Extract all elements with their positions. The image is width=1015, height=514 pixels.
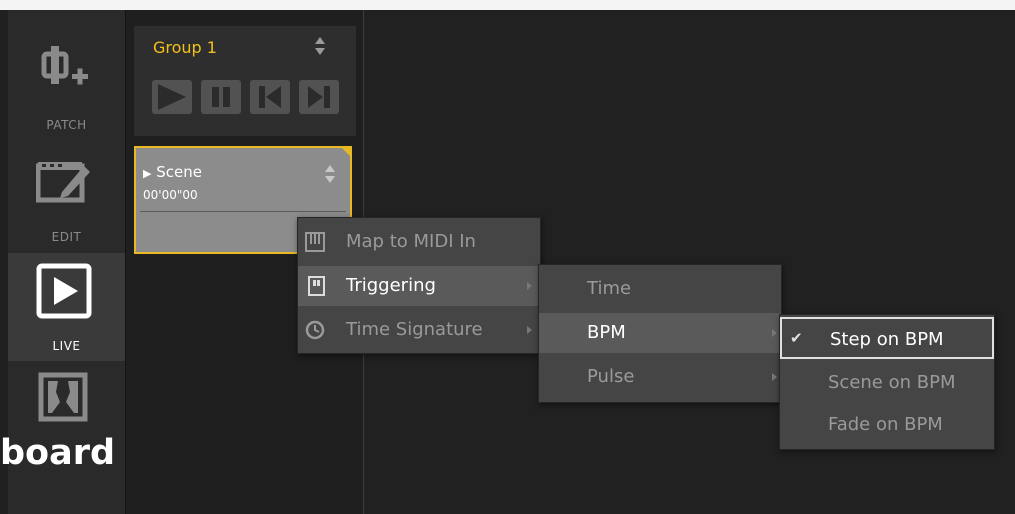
menu-item-time-signature[interactable]: Time Signature bbox=[298, 310, 540, 350]
patch-icon bbox=[41, 46, 88, 85]
scene-name: Scene bbox=[156, 163, 202, 181]
menu-item-map-midi[interactable]: Map to MIDI In bbox=[298, 222, 540, 262]
stage-icon bbox=[38, 372, 88, 422]
bpm-item-label: Fade on BPM bbox=[828, 414, 943, 435]
selected-corner-marker bbox=[340, 146, 352, 158]
scene-context-menu: Map to MIDI In Triggering Time Signature bbox=[297, 217, 541, 354]
pause-button[interactable] bbox=[201, 80, 241, 114]
submenu-item-time[interactable]: Time bbox=[539, 269, 781, 309]
scene-divider bbox=[140, 211, 346, 212]
scene-time: 00'00"00 bbox=[143, 188, 198, 202]
sidebar-item-label: PATCH bbox=[46, 118, 87, 132]
menu-item-label: Triggering bbox=[346, 275, 436, 296]
edit-icon bbox=[36, 162, 90, 203]
submenu-item-label: BPM bbox=[587, 322, 626, 343]
bpm-item-scene[interactable]: Scene on BPM bbox=[780, 363, 994, 403]
sidebar-item-live[interactable]: LIVE bbox=[8, 253, 125, 361]
play-icon bbox=[158, 84, 186, 110]
menu-item-label: Map to MIDI In bbox=[346, 231, 476, 252]
previous-button[interactable] bbox=[250, 80, 290, 114]
check-icon: ✔ bbox=[790, 329, 803, 347]
submenu-item-label: Pulse bbox=[587, 366, 635, 387]
triggering-submenu: Time BPM Pulse bbox=[538, 264, 782, 403]
bpm-item-label: Step on BPM bbox=[830, 329, 944, 350]
previous-icon bbox=[259, 86, 281, 108]
pause-icon bbox=[212, 87, 230, 107]
clock-icon bbox=[305, 320, 325, 340]
submenu-arrow-icon bbox=[772, 373, 777, 381]
sidebar-item-label: EDIT bbox=[51, 230, 82, 244]
submenu-arrow-icon bbox=[527, 326, 532, 334]
submenu-item-pulse[interactable]: Pulse bbox=[539, 357, 781, 397]
next-icon bbox=[308, 86, 330, 108]
sidebar-item-label: LIVE bbox=[52, 339, 81, 353]
live-icon bbox=[36, 263, 92, 319]
submenu-arrow-icon bbox=[772, 329, 777, 337]
group-title: Group 1 bbox=[153, 38, 217, 57]
play-button[interactable] bbox=[152, 80, 192, 114]
overlay-label: board bbox=[0, 433, 116, 473]
submenu-item-bpm[interactable]: BPM bbox=[539, 313, 781, 353]
scene-name-row: ▶ Scene bbox=[143, 163, 202, 181]
play-indicator-icon: ▶ bbox=[143, 167, 152, 180]
sidebar-item-edit[interactable]: EDIT bbox=[8, 144, 125, 252]
menu-item-label: Time Signature bbox=[346, 319, 483, 340]
submenu-item-label: Time bbox=[587, 278, 632, 299]
submenu-arrow-icon bbox=[527, 282, 532, 290]
next-button[interactable] bbox=[299, 80, 339, 114]
bpm-item-step[interactable]: ✔ Step on BPM bbox=[780, 317, 994, 359]
window-top-strip bbox=[0, 0, 1015, 10]
bpm-item-fade[interactable]: Fade on BPM bbox=[780, 405, 994, 445]
scene-sort-icon[interactable] bbox=[324, 162, 336, 186]
bpm-submenu: ✔ Step on BPM Scene on BPM Fade on BPM bbox=[779, 314, 995, 450]
bpm-item-label: Scene on BPM bbox=[828, 372, 956, 393]
trigger-icon bbox=[308, 276, 325, 296]
menu-item-triggering[interactable]: Triggering bbox=[298, 266, 540, 306]
sidebar-item-patch[interactable]: PATCH bbox=[8, 26, 125, 134]
sort-icon[interactable] bbox=[314, 34, 326, 58]
piano-icon bbox=[305, 232, 325, 252]
